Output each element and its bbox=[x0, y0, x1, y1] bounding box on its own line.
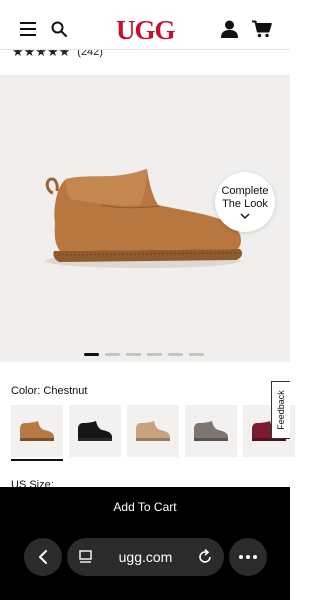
carousel-dot[interactable] bbox=[105, 353, 120, 356]
browser-url-bar[interactable]: ugg.com bbox=[67, 538, 224, 576]
color-swatch-sand[interactable] bbox=[127, 405, 179, 457]
boot-thumbnail bbox=[20, 421, 54, 441]
color-swatch-black[interactable] bbox=[69, 405, 121, 457]
feedback-tab[interactable]: Feedback bbox=[271, 381, 290, 439]
chevron-down-icon bbox=[240, 213, 250, 219]
ugg-logo[interactable]: UGG bbox=[116, 15, 176, 45]
rating-stars: ★★★★★ bbox=[12, 50, 71, 58]
complete-the-look-button[interactable]: Complete The Look bbox=[215, 172, 275, 232]
cart-icon[interactable] bbox=[252, 20, 272, 38]
more-dots-icon bbox=[239, 555, 257, 559]
complete-the-look-label: Complete The Look bbox=[221, 185, 269, 210]
menu-icon[interactable] bbox=[20, 22, 36, 36]
browser-back-button[interactable] bbox=[24, 538, 62, 576]
color-swatch-chestnut[interactable] bbox=[11, 405, 63, 461]
review-count: (242) bbox=[77, 50, 103, 58]
boot-thumbnail bbox=[136, 421, 170, 441]
site-header: UGG bbox=[0, 0, 290, 50]
color-swatch-charcoal[interactable] bbox=[185, 405, 237, 457]
carousel-dot[interactable] bbox=[84, 353, 99, 356]
rating-summary[interactable]: ★★★★★ (242) bbox=[12, 50, 103, 58]
size-label: US Size: bbox=[11, 479, 54, 487]
boot-thumbnail bbox=[78, 421, 112, 441]
reload-icon[interactable] bbox=[198, 549, 212, 564]
bottom-bar: Add To Cart ugg.com bbox=[0, 487, 290, 600]
color-label: Color: Chestnut bbox=[11, 385, 88, 397]
account-icon[interactable] bbox=[221, 20, 238, 38]
carousel-dot[interactable] bbox=[147, 353, 162, 356]
feedback-label: Feedback bbox=[276, 390, 286, 430]
product-image-carousel[interactable]: Complete The Look bbox=[0, 75, 290, 362]
search-icon[interactable] bbox=[51, 21, 67, 37]
boot-thumbnail bbox=[194, 421, 228, 441]
carousel-indicators bbox=[84, 353, 204, 356]
carousel-dot[interactable] bbox=[168, 353, 183, 356]
chevron-left-icon bbox=[39, 550, 47, 564]
color-swatches bbox=[11, 405, 295, 461]
carousel-dot[interactable] bbox=[126, 353, 141, 356]
add-to-cart-button[interactable]: Add To Cart bbox=[0, 500, 290, 514]
browser-more-button[interactable] bbox=[229, 538, 267, 576]
carousel-dot[interactable] bbox=[189, 353, 204, 356]
